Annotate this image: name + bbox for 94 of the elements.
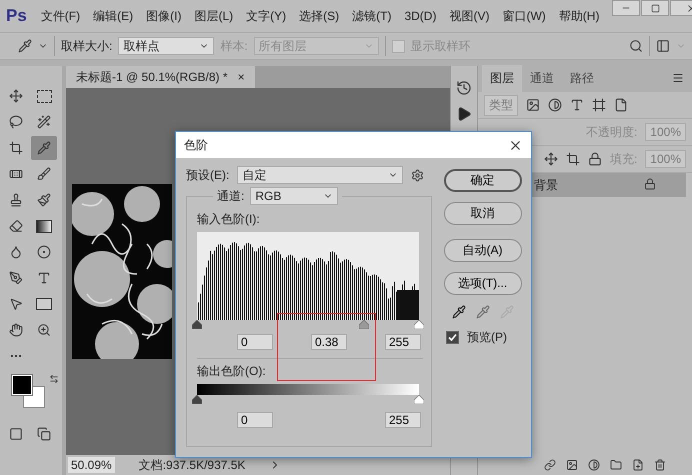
drop-icon [9,245,23,259]
pointer-icon [9,297,23,311]
dialog-button[interactable]: 选项(T)... [444,272,522,295]
document-info: 文档:937.5K/937.5K [138,456,246,474]
eyedropper-icon [18,39,32,53]
slider-thumb[interactable] [192,320,202,329]
move-icon [544,152,558,166]
menu-item[interactable]: 滤镜(T) [352,8,392,24]
preset-dropdown[interactable]: 自定 [237,166,404,184]
maximize-button[interactable] [641,0,670,16]
mask-icon [566,459,578,471]
marquee-icon [36,90,52,102]
swap-icon [49,374,59,384]
zoom-level[interactable]: 50.09% [68,457,115,473]
output-level-field[interactable]: 0 [237,412,273,428]
lock-icon [588,152,602,166]
brush-icon [37,167,51,181]
menu-item[interactable]: 文件(F) [40,8,80,24]
preview-label: 预览(P) [467,329,507,346]
frame-icon [592,98,606,112]
panel-tab[interactable]: 路径 [562,65,602,92]
gradient-icon [36,220,52,232]
document-tab[interactable]: 未标题-1 @ 50.1%(RGB/8) * × [66,66,255,88]
file-icon [614,98,628,112]
quick-mask-icon [9,427,23,441]
channel-label: 通道: [217,188,244,204]
type-icon [37,271,51,285]
dialog-button[interactable]: 确定 [444,169,522,192]
dialog-button[interactable]: 取消 [444,202,522,225]
search-icon [629,39,643,53]
input-levels-label: 输入色阶(I): [197,211,261,228]
menu-item[interactable]: 窗口(W) [502,8,546,24]
output-level-field[interactable]: 255 [385,412,421,428]
link-icon [544,459,556,471]
history-icon [456,80,472,96]
menu-item[interactable]: 帮助(H) [558,8,600,24]
eyedropper-icon [476,305,490,319]
pen-icon [9,271,23,285]
maximize-icon [650,4,660,12]
dodge-icon [37,245,51,259]
contrast-icon [548,98,562,112]
lock-icon [644,178,656,190]
eraser-icon [9,219,23,233]
input-level-field[interactable]: 255 [385,334,421,350]
hand-icon [9,323,23,337]
bandage-icon [9,167,23,181]
folder-icon [610,459,622,471]
play-icon [456,106,472,122]
dialog-title: 色阶 [184,136,208,154]
stamp-icon [9,193,23,207]
move-icon [9,89,23,103]
eyedropper-icon [37,141,51,155]
output-levels-label: 输出色阶(O): [197,363,267,380]
settings-icon [411,168,424,182]
lasso-icon [9,115,23,129]
layer-name: 背景 [534,176,558,194]
color-swatch-drawing[interactable] [11,374,45,408]
magic-wand-icon [37,115,51,129]
zoom-icon [37,323,51,337]
menu-item[interactable]: 视图(V) [449,8,490,24]
sample-size-dropdown[interactable]: 取样点 [118,37,214,55]
preset-label: 预设(E): [186,166,230,184]
menu-icon [672,72,684,84]
preview-checkbox[interactable] [446,331,459,344]
menu-item[interactable]: 编辑(E) [93,8,134,24]
adjustment-icon [588,459,600,471]
panel-tab[interactable]: 图层 [482,65,522,92]
slider-thumb[interactable] [192,395,202,404]
input-level-field[interactable]: 0 [237,334,273,350]
menu-item[interactable]: 图层(L) [194,8,234,24]
menu-item[interactable]: 文字(Y) [246,8,286,24]
eyedropper-icon [452,305,466,319]
dialog-button[interactable]: 自动(A) [444,239,522,262]
image-icon [526,98,540,112]
menu-item[interactable]: 3D(D) [404,9,436,23]
tab-close[interactable]: × [238,70,245,84]
channel-dropdown[interactable]: RGB [250,187,338,205]
crop-icon [566,152,580,166]
screen-mode-icon [37,427,51,441]
sample-size-label: 取样大小: [61,38,112,54]
panel-tab[interactable]: 通道 [522,65,562,92]
menu-item[interactable]: 图像(I) [146,8,182,24]
trash-icon [654,459,666,471]
type-icon [570,98,584,112]
history-brush-icon [37,193,51,207]
menu-item[interactable]: 选择(S) [299,8,340,24]
rectangle-icon [36,298,52,310]
crop-icon [9,141,23,155]
slider-thumb[interactable] [414,320,424,329]
workspace-icon [656,39,670,53]
app-logo: Ps [6,6,27,26]
input-level-field[interactable]: 0.38 [311,334,347,350]
new-layer-icon [632,459,644,471]
slider-thumb[interactable] [414,395,424,404]
